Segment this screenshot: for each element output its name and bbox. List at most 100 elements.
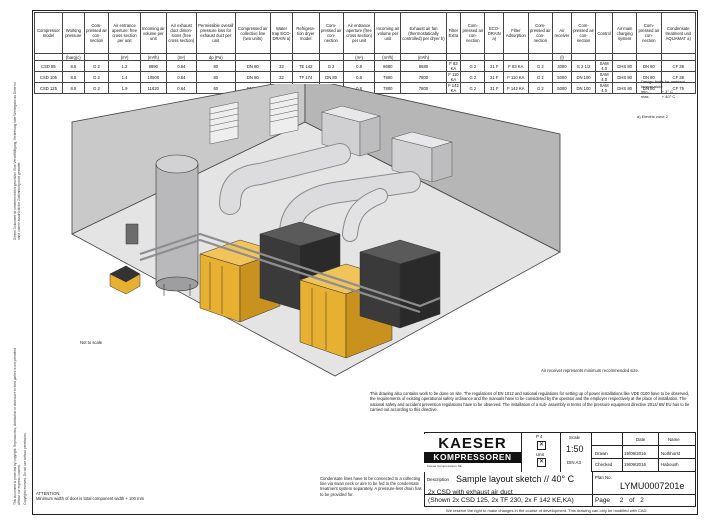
spec-header-cell: Control	[595, 12, 614, 54]
spec-header-cell: Water trap ECO-DRAIN a)	[270, 12, 293, 54]
kaeser-logo: KAESER KOMPRESSOREN Kaeser Kompressoren …	[424, 434, 521, 472]
name-header: Name	[668, 437, 680, 442]
format-label: DIN A3	[567, 460, 581, 465]
logo-line-3: Kaeser Kompressoren SE	[427, 464, 462, 468]
description-label: Description	[427, 477, 449, 482]
spec-cell: DN 80	[318, 71, 344, 83]
spec-cell: 8.5	[61, 71, 85, 83]
spec-cell: G 2 1/2	[570, 60, 597, 72]
spec-unit-cell	[527, 53, 553, 61]
wall-louvre-right	[269, 91, 299, 137]
spec-unit-cell: (m²)	[108, 53, 141, 61]
layout-illustration	[71, 84, 561, 377]
spec-cell: G 2	[527, 71, 553, 83]
spec-cell: DN 80	[636, 60, 662, 72]
spec-header-cell: Com-pressed air con-nection	[527, 12, 553, 54]
spec-cell: 31 F	[484, 71, 504, 83]
dryer-2	[359, 239, 441, 329]
margin-text-2: This document is protected by copyright.…	[13, 348, 21, 505]
wall-louvre-left	[209, 101, 239, 145]
spec-header-cell: Incoming air volume per unit	[139, 12, 167, 54]
checkbox-unit: ✕	[537, 458, 546, 467]
unit-label: Unit	[536, 452, 544, 457]
spec-cell: DN 80	[234, 60, 272, 72]
spec-cell: 80	[195, 71, 236, 83]
spec-cell: 0.8	[342, 71, 376, 83]
spec-units-row: (barg)c) (m²) (m³/h) (m²) dp (Pa) (m²) (m³/h)(…	[34, 53, 697, 61]
spec-header-cell: Incoming air volume per unit	[374, 12, 402, 54]
spec-cell: 31 F	[484, 60, 504, 72]
spec-cell: DHS 80	[612, 82, 638, 94]
spec-cell: SAM 4.0	[595, 82, 614, 94]
scale-label: Scale	[569, 435, 580, 440]
page-value: 2	[619, 497, 624, 504]
spec-unit-cell	[34, 53, 63, 61]
margin-text-1: Dieses Dokument ist urheberrechtlich ges…	[13, 82, 21, 240]
spec-cell: G 2	[83, 71, 110, 83]
spec-cell: CSD 85	[34, 60, 63, 72]
spec-unit-cell	[318, 53, 344, 61]
attention-text: Minimum width of door is total component…	[36, 496, 145, 502]
spec-unit-cell	[445, 53, 462, 61]
spec-cell: DHS 80	[612, 71, 638, 83]
spec-cell: G 2	[318, 60, 344, 72]
spec-header-cell: ECO-DRAIN a)	[484, 12, 504, 54]
spec-cell: SAM 4.0	[595, 71, 614, 83]
spec-cell: 10500	[139, 71, 167, 83]
spec-unit-cell	[503, 53, 529, 61]
spec-cell: DHS 80	[612, 60, 638, 72]
spec-cell: 8680	[374, 60, 402, 72]
spec-header-cell: Com-pressed air con-nection	[636, 12, 662, 54]
spec-cell: G 2	[83, 60, 110, 72]
spec-unit-cell	[460, 53, 486, 61]
spec-cell: CF 38	[660, 60, 697, 72]
spec-cell: 7800	[400, 71, 447, 83]
spec-cell: TF 174	[291, 71, 320, 83]
logo-line-2: KOMPRESSOREN	[424, 452, 521, 463]
spec-cell: CSD 125	[34, 82, 63, 94]
spec-cell: 8680	[400, 60, 447, 72]
spec-cell: G 2	[460, 60, 486, 72]
page-indicator: Page 2 of 2	[595, 497, 644, 504]
spec-cell: F 110 KA	[445, 71, 462, 83]
max-label: max.	[641, 94, 650, 99]
drawn-label: Drawn	[595, 451, 608, 456]
spec-cell: 32	[270, 71, 293, 83]
spec-unit-cell	[234, 53, 272, 61]
spec-table: Compressor model Working pressure Com-pres…	[34, 12, 697, 94]
spec-header-cell: Condensate treatment unit AQUAMAT a)	[660, 12, 697, 54]
spec-header-cell: Filter Adsorption	[503, 12, 529, 54]
spec-header-cell: Exhaust air fan (thermostatically contro…	[400, 12, 447, 54]
spec-header-cell: Working pressure	[61, 12, 85, 54]
spec-cell: 9890	[139, 60, 167, 72]
footer-note: We reserve the right to make changes in …	[446, 508, 648, 513]
spec-unit-cell	[636, 53, 662, 61]
logo-line-1: KAESER	[438, 435, 507, 452]
spec-header-row: Compressor model Working pressure Com-pres…	[34, 12, 697, 54]
control-box	[125, 223, 139, 245]
max-value: + 40° C	[661, 94, 676, 99]
spec-header-cell: Compressed air collective line (two unit…	[234, 12, 272, 54]
attention-note: ATTENTION: Minimum width of door is tota…	[36, 491, 236, 501]
scale-value: 1:50	[566, 444, 584, 454]
checked-name: Haboush	[661, 462, 679, 467]
checked-date: 19/09/2016	[624, 462, 646, 467]
not-to-scale-note: Not to scale	[80, 340, 103, 345]
spec-unit-cell	[570, 53, 597, 61]
spec-unit-cell	[612, 53, 638, 61]
drawing-subtitle-1: 2x CSD with exhaust air duct	[428, 489, 513, 496]
spec-header-cell: Com-pressed air con-nection	[460, 12, 486, 54]
spec-unit-cell	[660, 53, 697, 61]
spec-cell: 3000	[551, 60, 572, 72]
spec-cell: G 2	[527, 60, 553, 72]
electric-zone-note: a) Electric zone 2	[637, 114, 668, 119]
spec-cell: 8.5	[61, 60, 85, 72]
spec-row: CSD 105 8.5 G 2 1.4 10500 0.64 80 DN 80 32 TF 174…	[34, 71, 697, 83]
spec-cell: SAM 4.0	[595, 60, 614, 72]
spec-header-cell: Filter Extra	[445, 12, 462, 54]
spec-cell: 32	[270, 60, 293, 72]
spec-unit-cell: dp (Pa)	[195, 53, 236, 61]
spec-cell: F 83 KA	[445, 60, 462, 72]
spec-cell: 0.64	[165, 71, 197, 83]
checkbox-p: ✕	[537, 441, 546, 450]
